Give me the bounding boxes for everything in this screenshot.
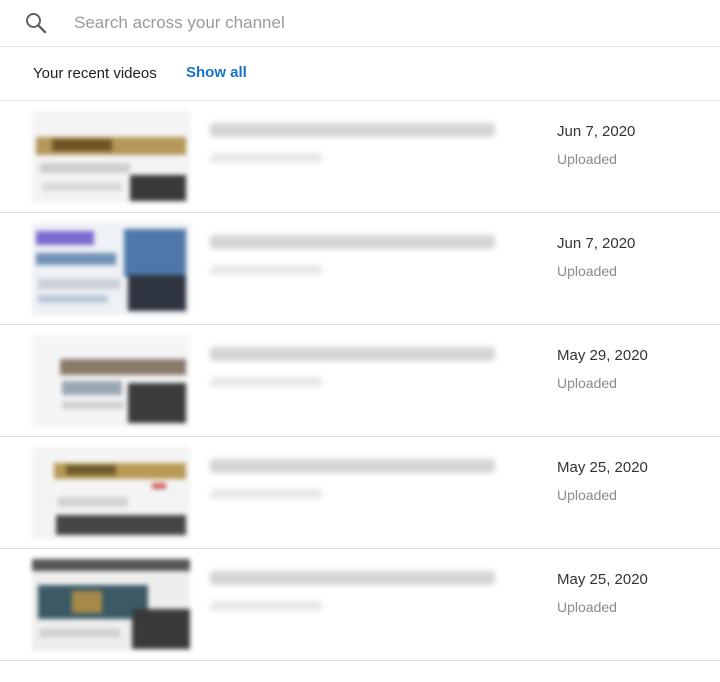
video-row[interactable]: May 25, 2020 Uploaded: [0, 437, 720, 549]
video-thumbnail[interactable]: [32, 223, 190, 315]
video-row[interactable]: May 29, 2020 Uploaded: [0, 325, 720, 437]
video-date: May 25, 2020: [557, 459, 648, 476]
recent-videos-title: Your recent videos: [33, 65, 157, 82]
recent-videos-header: Your recent videos Show all: [0, 47, 720, 101]
video-row[interactable]: May 25, 2020 Uploaded: [0, 549, 720, 661]
video-thumbnail[interactable]: [32, 559, 190, 651]
video-status: Uploaded: [557, 487, 617, 503]
video-row[interactable]: Jun 7, 2020 Uploaded: [0, 213, 720, 325]
search-input[interactable]: [74, 10, 674, 36]
show-all-link[interactable]: Show all: [186, 64, 247, 81]
video-date: May 29, 2020: [557, 347, 648, 364]
video-subtitle-blurred: [210, 265, 322, 275]
video-title-blurred: [210, 123, 495, 137]
video-subtitle-blurred: [210, 377, 322, 387]
video-list: Jun 7, 2020 Uploaded Jun 7, 2020 Uploade…: [0, 101, 720, 661]
video-date: May 25, 2020: [557, 571, 648, 588]
video-row[interactable]: Jun 7, 2020 Uploaded: [0, 101, 720, 213]
search-bar: [0, 0, 720, 47]
video-thumbnail[interactable]: [32, 111, 190, 203]
search-icon[interactable]: [24, 11, 48, 35]
video-status: Uploaded: [557, 599, 617, 615]
video-date: Jun 7, 2020: [557, 235, 636, 252]
video-title-blurred: [210, 459, 495, 473]
video-date: Jun 7, 2020: [557, 123, 636, 140]
video-title-blurred: [210, 235, 495, 249]
video-title-blurred: [210, 347, 495, 361]
video-subtitle-blurred: [210, 489, 322, 499]
video-status: Uploaded: [557, 151, 617, 167]
video-subtitle-blurred: [210, 601, 322, 611]
video-title-blurred: [210, 571, 495, 585]
video-status: Uploaded: [557, 263, 617, 279]
video-status: Uploaded: [557, 375, 617, 391]
video-thumbnail[interactable]: [32, 335, 190, 427]
video-thumbnail[interactable]: [32, 447, 190, 539]
video-subtitle-blurred: [210, 153, 322, 163]
